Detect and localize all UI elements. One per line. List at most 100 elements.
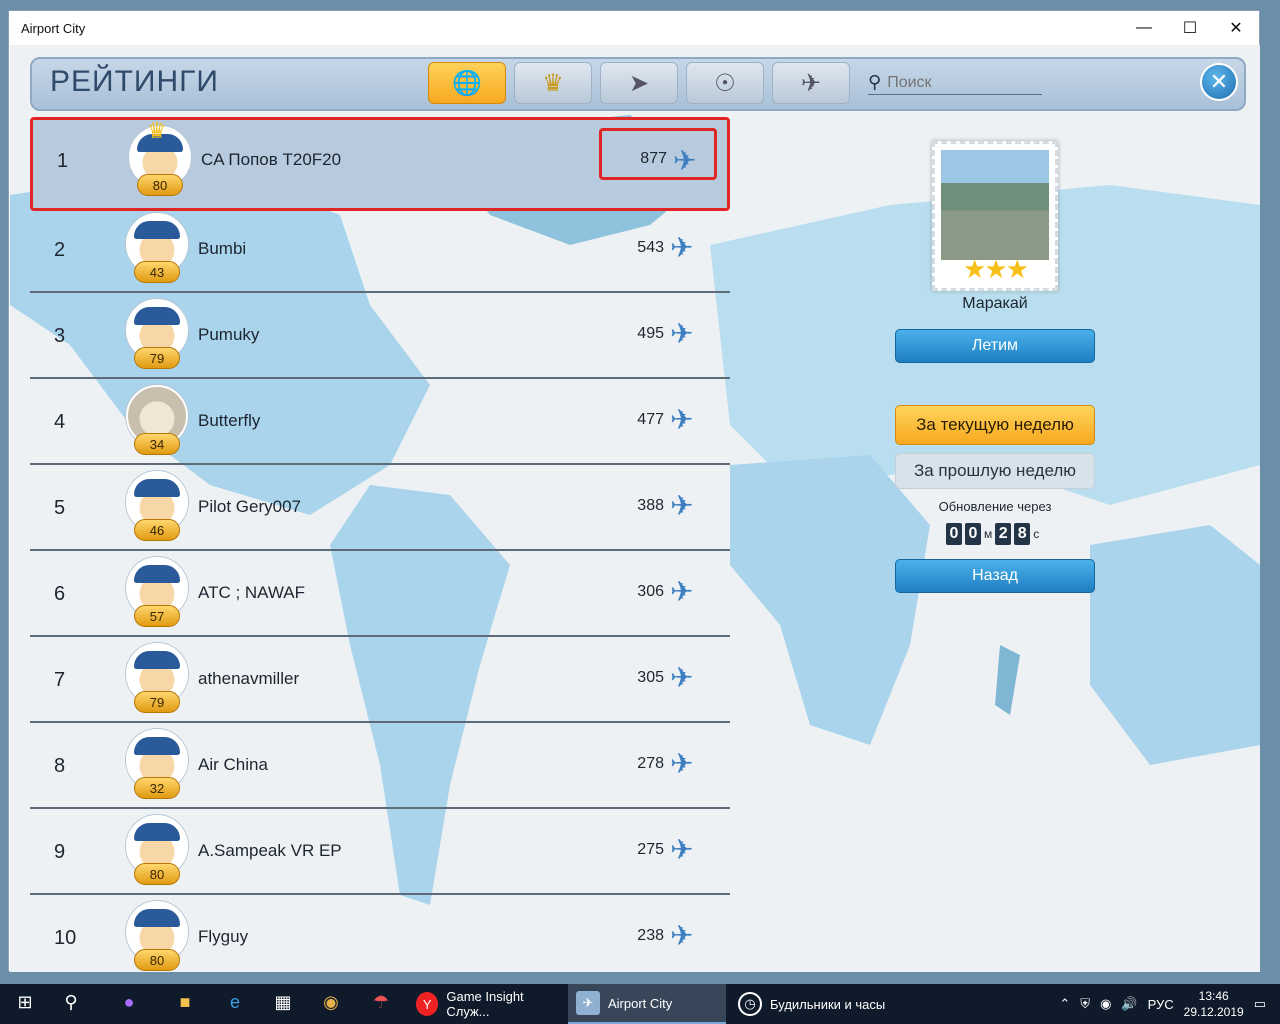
edge-button[interactable]: e [222,992,248,1016]
tab-global[interactable]: 🌐 [428,62,506,104]
tab-wings[interactable]: ♛ [514,62,592,104]
player-score: 275 [637,841,664,858]
minimize-button[interactable]: — [1121,11,1167,45]
pilot-cap-icon [134,909,180,927]
network-icon[interactable]: ◉ [1100,996,1111,1012]
language-indicator[interactable]: РУС [1148,997,1174,1012]
taskbar-app-airport-city[interactable]: ✈ Airport City [568,984,726,1024]
close-icon: ✕ [1229,20,1243,37]
page-title: РЕЙТИНГИ [50,65,219,98]
level-badge: 80 [137,174,183,196]
player-name[interactable]: CA Попов T20F20 [201,150,341,170]
yandex-browser-icon: Y [416,992,439,1016]
player-name[interactable]: Flyguy [198,927,248,947]
ranking-row[interactable]: 1 ♛ 80 CA Попов T20F20 877 ✈ [30,117,730,211]
level-badge: 32 [134,777,180,799]
system-tray: ⌃ ⛨ ◉ 🔊 РУС 13:46 29.12.2019 ▭ [1059,984,1280,1024]
ranking-row[interactable]: 9 80 A.Sampeak VR EP 275 ✈ [30,809,730,895]
store-button[interactable]: ▦ [270,992,296,1016]
tab-shuttle[interactable]: ✈ [772,62,850,104]
ranking-row[interactable]: 7 79 athenavmiller 305 ✈ [30,637,730,723]
taskbar-clock[interactable]: 13:46 29.12.2019 [1184,988,1244,1020]
level-badge: 43 [134,261,180,283]
player-name[interactable]: A.Sampeak VR EP [198,841,342,861]
ratings-header: РЕЙТИНГИ 🌐 ♛ ➤ ☉ ✈ ⚲ ✕ [30,57,1246,111]
timer-min-tens: 0 [946,523,962,545]
player-score: 238 [637,927,664,944]
refresh-label: Обновление через [938,499,1052,514]
minimize-icon: — [1136,19,1152,36]
search-box[interactable]: ⚲ [868,71,1042,95]
close-window-button[interactable]: ✕ [1213,11,1259,45]
refresh-timer: 0 0 м 2 8 с [946,523,1039,545]
pilot-cap-icon [134,651,180,669]
app-pinned-button[interactable]: ☂ [368,992,394,1016]
back-button[interactable]: Назад [895,559,1095,593]
notifications-icon[interactable]: ▭ [1254,996,1266,1012]
rank-number: 7 [54,669,66,691]
player-score: 306 [637,583,664,600]
current-week-button[interactable]: За текущую неделю [895,405,1095,445]
player-name[interactable]: Air China [198,755,268,775]
chevron-up-icon[interactable]: ⌃ [1059,996,1070,1012]
crown-icon: ♛ [147,118,167,143]
airplane-icon: ✈ [670,490,694,521]
taskbar-app-label: Будильники и часы [770,996,886,1012]
ranking-row[interactable]: 5 46 Pilot Gery007 388 ✈ [30,465,730,551]
speaker-icon[interactable]: 🔊 [1121,996,1137,1012]
player-score: 278 [637,755,664,772]
ranking-row[interactable]: 2 43 Bumbi 543 ✈ [30,207,730,293]
tab-satellite[interactable]: ☉ [686,62,764,104]
level-badge: 46 [134,519,180,541]
satellite-icon: ☉ [714,69,736,97]
shield-icon[interactable]: ⛨ [1080,996,1090,1012]
taskbar-app-yandex[interactable]: Y Game Insight Служ... [408,984,562,1024]
store-icon: ▦ [274,992,292,1012]
start-button[interactable]: ⊞ [12,992,38,1016]
previous-week-button[interactable]: За прошлую неделю [895,453,1095,489]
rank-number: 3 [54,325,66,347]
alice-button[interactable]: ● [116,992,142,1016]
player-name[interactable]: Pumuky [198,325,259,345]
taskbar-app-label: Airport City [608,995,673,1011]
palette-icon: ◉ [323,992,339,1012]
edge-icon: e [229,992,240,1012]
player-name[interactable]: Butterfly [198,411,260,431]
file-explorer-button[interactable]: ■ [172,992,198,1016]
close-ratings-button[interactable]: ✕ [1200,63,1238,101]
ranking-row[interactable]: 10 80 Flyguy 238 ✈ [30,895,730,972]
player-score: 495 [637,325,664,342]
rank-number: 5 [54,497,66,519]
seconds-unit: с [1033,527,1040,541]
close-icon: ✕ [1209,69,1229,94]
player-name[interactable]: athenavmiller [198,669,299,689]
search-icon: ⚲ [64,992,78,1012]
search-input[interactable] [887,73,1028,92]
fly-button[interactable]: Летим [895,329,1095,363]
player-name[interactable]: ATC ; NAWAF [198,583,305,603]
airplane-icon: ✈ [670,318,694,349]
tab-rocket[interactable]: ➤ [600,62,678,104]
airplane-icon: ✈ [670,748,694,779]
player-name[interactable]: Pilot Gery007 [198,497,301,517]
clock-date: 29.12.2019 [1183,1005,1244,1019]
rank-number: 9 [54,841,66,863]
airplane-icon: ✈ [673,145,697,176]
search-taskbar-button[interactable]: ⚲ [58,992,84,1016]
pilot-cap-icon [134,823,180,841]
maximize-button[interactable]: ☐ [1167,11,1213,45]
window-title: Airport City [21,21,86,36]
ranking-row[interactable]: 4 34 Butterfly 477 ✈ [30,379,730,465]
city-name: Маракай [962,295,1028,312]
paint-button[interactable]: ◉ [318,992,344,1016]
title-bar[interactable]: Airport City — ☐ ✕ [9,11,1259,45]
rank-number: 1 [57,150,69,172]
ranking-row[interactable]: 3 79 Pumuky 495 ✈ [30,293,730,379]
pilot-cap-icon [134,479,180,497]
ranking-row[interactable]: 8 32 Air China 278 ✈ [30,723,730,809]
ranking-row[interactable]: 6 57 ATC ; NAWAF 306 ✈ [30,551,730,637]
shuttle-icon: ✈ [800,69,822,97]
player-name[interactable]: Bumbi [198,239,246,259]
player-score: 477 [637,411,664,428]
taskbar-app-clock[interactable]: ◷ Будильники и часы [730,984,900,1024]
